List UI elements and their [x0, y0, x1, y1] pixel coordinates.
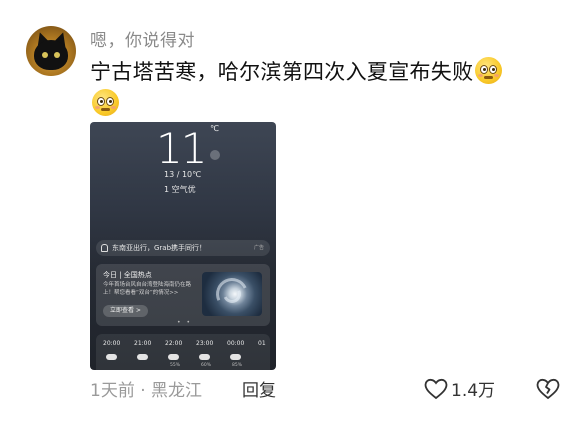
ad-tag: 广告 — [253, 245, 264, 251]
view-now-button: 立即查看 > — [103, 305, 148, 317]
high-low-temperature: 13 / 10℃ — [164, 170, 202, 179]
precip-chance: 85% — [232, 363, 243, 368]
hour-label: 20:00 — [103, 340, 121, 347]
hour-label: 22:00 — [165, 340, 183, 347]
black-cat-icon — [34, 40, 68, 70]
hot-news-card: 今日 | 全国热点 今年首场台风自台湾登陆海南仍在路上！帮您看看“双台”的情况>… — [96, 264, 270, 326]
username[interactable]: 嗯，你说得对 — [90, 26, 195, 51]
rain-cloud-icon — [230, 354, 241, 360]
typhoon-satellite-image — [202, 272, 262, 316]
carousel-dots: • • — [177, 319, 192, 326]
temperature-unit: ℃ — [210, 124, 219, 133]
hour-label: 01 — [258, 340, 266, 347]
card-body: 今年首场台风自台湾登陆海南仍在路上！帮您看看“双台”的情况>> — [103, 282, 192, 296]
cat-eye-icon — [42, 52, 48, 58]
flushed-face-emoji-icon — [475, 57, 503, 84]
reply-button[interactable]: 回复 — [242, 376, 276, 401]
cloud-icon — [137, 354, 148, 360]
attached-weather-screenshot[interactable]: 11 ℃ 13 / 10℃ 1 空气优 东南亚出行，Grab携手同行！ 广告 今… — [90, 122, 276, 370]
cloud-icon — [106, 354, 117, 360]
rain-cloud-icon — [168, 354, 179, 360]
comment-text: 宁古塔苦寒，哈尔滨第四次入夏宣布失败 — [90, 56, 550, 120]
bell-icon — [101, 244, 108, 252]
air-quality: 1 空气优 — [164, 185, 196, 194]
hourly-forecast: 20:00 21:00 22:00 23:00 00:00 01 55% 60%… — [96, 334, 270, 370]
precip-chance: 60% — [201, 363, 212, 368]
notice-text: 东南亚出行，Grab携手同行！ — [112, 244, 207, 252]
speaker-icon — [210, 150, 220, 160]
cat-eye-icon — [54, 52, 60, 58]
precip-chance: 55% — [170, 363, 181, 368]
comment-body: 宁古塔苦寒，哈尔滨第四次入夏宣布失败 — [90, 60, 474, 84]
hour-label: 21:00 — [134, 340, 152, 347]
hour-label: 23:00 — [196, 340, 214, 347]
rain-cloud-icon — [199, 354, 210, 360]
avatar[interactable] — [26, 26, 76, 76]
ad-notice-bar: 东南亚出行，Grab携手同行！ 广告 — [96, 240, 270, 256]
comment-time-location: 1天前 · 黑龙江 — [90, 381, 203, 401]
current-temperature: 11 — [156, 124, 207, 173]
flushed-face-emoji-icon — [92, 89, 119, 116]
like-count: 1.4万 — [451, 381, 496, 401]
heart-icon[interactable] — [424, 378, 448, 400]
hour-label: 00:00 — [227, 340, 245, 347]
card-title: 今日 | 全国热点 — [103, 271, 152, 279]
broken-heart-icon[interactable] — [536, 378, 560, 400]
